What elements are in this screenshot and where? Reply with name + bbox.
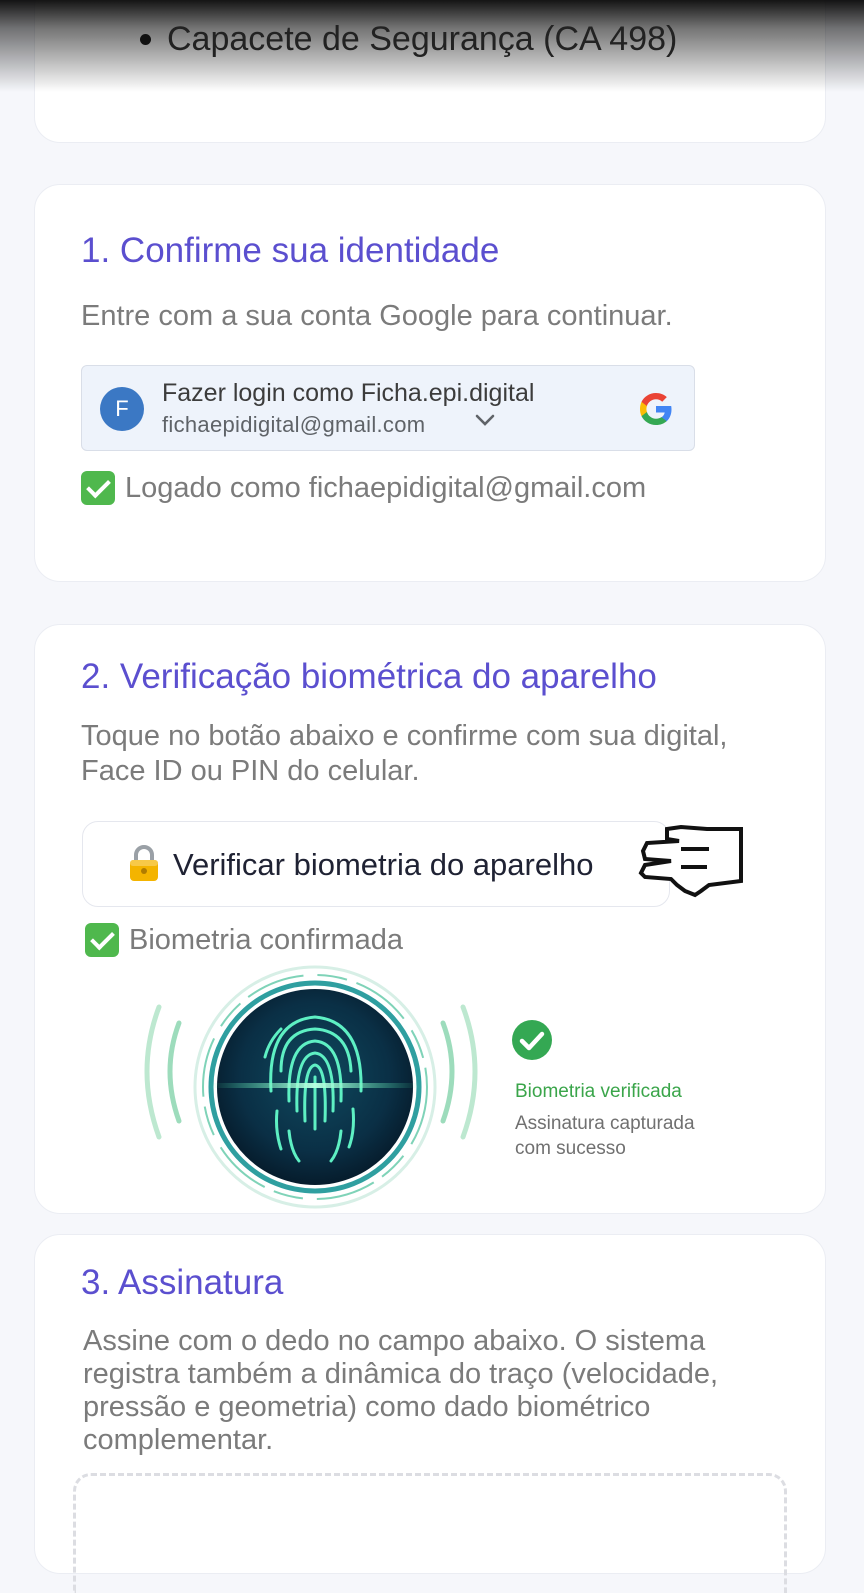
section-title: 1. Confirme sua identidade bbox=[81, 231, 500, 270]
signature-card: 3. Assinatura Assine com o dedo no campo… bbox=[34, 1234, 826, 1593]
list-item-label: Capacete de Segurança (CA 498) bbox=[167, 20, 678, 58]
description-line: Face ID ou PIN do celular. bbox=[81, 755, 420, 787]
description-line: pressão e geometria) como dado biométric… bbox=[83, 1391, 651, 1423]
identity-card: 1. Confirme sua identidade Entre com a s… bbox=[34, 184, 826, 582]
section-description: Assine com o dedo no campo abaixo. O sis… bbox=[83, 1325, 718, 1457]
description-line: Toque no botão abaixo e confirme com sua… bbox=[81, 720, 728, 752]
verify-biometrics-button[interactable]: Verificar biometria do aparelho bbox=[82, 821, 670, 907]
success-check-icon bbox=[512, 1020, 552, 1060]
google-signin-button[interactable]: F Fazer login como Ficha.epi.digital fic… bbox=[81, 365, 695, 451]
description-line: registra também a dinâmica do traço (vel… bbox=[83, 1358, 719, 1390]
biometric-status-text: Biometria confirmada bbox=[129, 923, 403, 956]
account-email: fichaepidigital@gmail.com bbox=[162, 412, 426, 437]
verify-biometrics-label: Verificar biometria do aparelho bbox=[173, 847, 594, 882]
result-subtitle-line: com sucesso bbox=[515, 1138, 626, 1159]
chevron-down-icon[interactable] bbox=[474, 412, 496, 428]
list-item: Capacete de Segurança (CA 498) bbox=[140, 20, 677, 59]
fingerprint-scan-illustration bbox=[144, 965, 478, 1209]
check-icon bbox=[81, 471, 115, 505]
login-status-text: Logado como fichaepidigital@gmail.com bbox=[125, 471, 647, 504]
signin-label: Fazer login como Ficha.epi.digital bbox=[162, 379, 535, 407]
section-title: 2. Verificação biométrica do aparelho bbox=[81, 657, 657, 696]
result-subtitle-line: Assinatura capturada bbox=[515, 1113, 695, 1134]
result-subtitle: Assinatura capturada com sucesso bbox=[515, 1111, 735, 1161]
description-line: Assine com o dedo no campo abaixo. O sis… bbox=[83, 1325, 706, 1357]
section-title: 3. Assinatura bbox=[81, 1263, 284, 1302]
bullet-dot bbox=[140, 34, 151, 45]
google-logo-icon bbox=[640, 393, 672, 425]
description-line: complementar. bbox=[83, 1424, 274, 1456]
lock-icon bbox=[130, 845, 158, 881]
biometric-card: 2. Verificação biométrica do aparelho To… bbox=[34, 624, 826, 1214]
login-status: Logado como fichaepidigital@gmail.com bbox=[81, 471, 646, 505]
check-icon bbox=[85, 923, 119, 957]
section-description: Toque no botão abaixo e confirme com sua… bbox=[81, 719, 727, 789]
signature-pad[interactable] bbox=[73, 1473, 787, 1593]
result-title: Biometria verificada bbox=[515, 1081, 682, 1102]
biometric-status: Biometria confirmada bbox=[85, 923, 403, 957]
pointing-hand-icon bbox=[638, 824, 743, 898]
section-description: Entre com a sua conta Google para contin… bbox=[81, 300, 673, 332]
avatar: F bbox=[100, 387, 144, 431]
